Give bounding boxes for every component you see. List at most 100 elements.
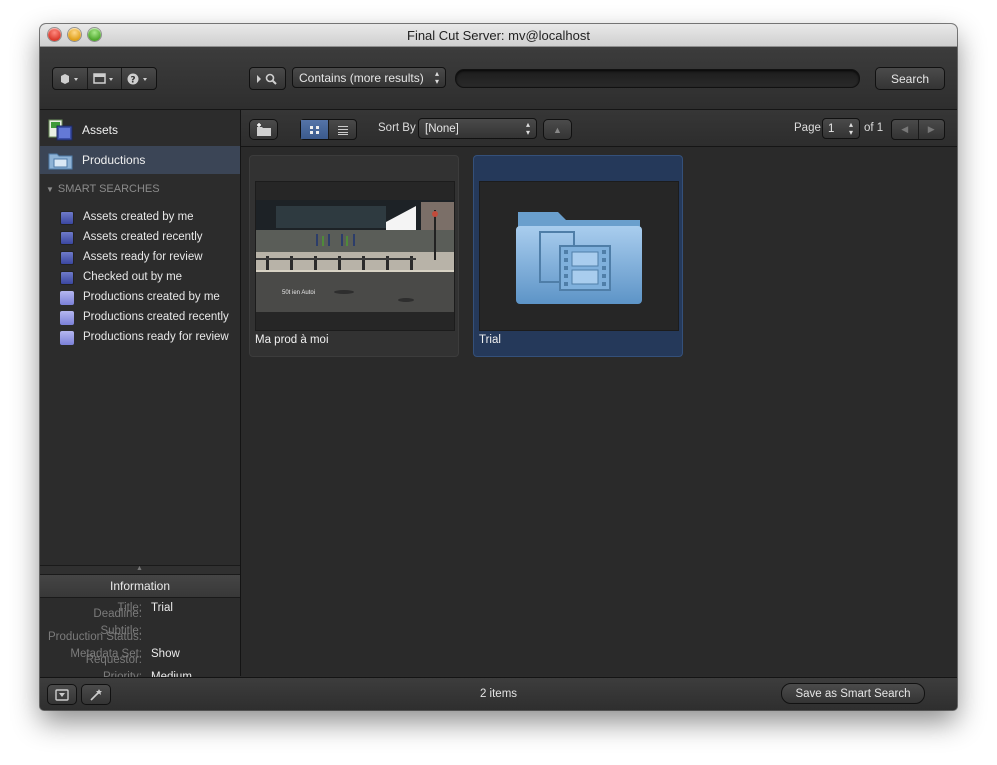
- smart-search-label: Productions created recently: [83, 311, 229, 323]
- svg-text:?: ?: [131, 75, 136, 85]
- tile-name: Trial: [479, 334, 501, 346]
- assets-icon: [48, 119, 73, 141]
- title-bar: Final Cut Server: mv@localhost: [40, 24, 957, 47]
- productions-icon: [48, 153, 73, 170]
- sidebar-splitter[interactable]: ▲: [40, 565, 240, 574]
- search-icon: [256, 73, 277, 85]
- asset-search-icon: [60, 211, 74, 225]
- smart-search-label: Checked out by me: [83, 271, 183, 283]
- smart-searches-header[interactable]: ▼ SMART SEARCHES: [46, 183, 160, 195]
- smart-search-label: Productions created by me: [83, 291, 220, 303]
- info-key: Production Status:: [48, 631, 142, 643]
- content-grid: 50t ien Autoi Ma prod à moi Trial: [241, 147, 957, 676]
- production-search-icon: [60, 291, 74, 305]
- new-folder-icon: [256, 122, 271, 136]
- sort-by-select[interactable]: [None] ▴ ▾: [418, 118, 537, 139]
- content-toolbar: Sort By [None] ▴ ▾ ▲ Page 1 ▴ ▾ of 1 ◀ ▶: [241, 110, 957, 147]
- minimize-window-button[interactable]: [68, 28, 81, 41]
- smart-search-label: Assets created by me: [83, 211, 194, 223]
- close-window-button[interactable]: [48, 28, 61, 41]
- asset-search-icon: [60, 231, 74, 245]
- sort-direction-button[interactable]: ▲: [543, 119, 572, 140]
- tile-name: Ma prod à moi: [255, 334, 329, 346]
- search-input[interactable]: [455, 69, 860, 88]
- info-row-requestor: Requestor:: [40, 654, 240, 672]
- search-options-content: [250, 68, 285, 89]
- zoom-window-button[interactable]: [88, 28, 101, 41]
- app-window: Final Cut Server: mv@localhost ? Contain…: [40, 24, 957, 710]
- previous-page-button[interactable]: ◀: [892, 120, 919, 139]
- smart-search-label: Productions ready for review: [83, 331, 229, 343]
- status-bar: 2 items Save as Smart Search: [40, 677, 957, 710]
- updown-arrows-icon: ▴ ▾: [525, 120, 530, 137]
- new-production-button[interactable]: [249, 119, 278, 140]
- page-navigation: ◀ ▶: [891, 119, 945, 140]
- icon-view-button[interactable]: [301, 120, 329, 139]
- sort-by-label: Sort By: [378, 122, 416, 134]
- sort-by-value: [None]: [425, 122, 459, 135]
- sidebar: Assets Productions ▼ SMART SEARCHES Asset…: [40, 110, 241, 683]
- actions-menu-button[interactable]: [53, 68, 88, 89]
- smart-search-label: Assets created recently: [83, 231, 203, 243]
- street-scene-image: [256, 182, 454, 330]
- page-number-value: 1: [828, 122, 835, 135]
- production-tile-trial[interactable]: Trial: [473, 155, 683, 357]
- triangle-up-icon: ▲: [553, 124, 562, 135]
- folder-thumbnail: [479, 181, 679, 331]
- sidebar-item-label: Assets: [82, 123, 119, 137]
- updown-arrows-icon: ▴ ▾: [848, 120, 853, 137]
- sidebar-item-label: Productions: [82, 153, 146, 167]
- sidebar-item-productions[interactable]: Productions: [40, 146, 240, 174]
- save-as-smart-search-label: Save as Smart Search: [795, 687, 911, 700]
- search-button-label: Search: [890, 71, 930, 86]
- view-mode-toggle: [300, 119, 357, 140]
- information-header: Information: [40, 574, 240, 598]
- smart-search-label: Assets ready for review: [83, 251, 203, 263]
- search-options-button[interactable]: [249, 67, 286, 90]
- production-tile-ma-prod[interactable]: 50t ien Autoi Ma prod à moi: [249, 155, 459, 357]
- window-icon: [92, 72, 113, 84]
- help-icon: ?: [127, 73, 148, 85]
- info-row-production-status: Production Status:: [40, 631, 240, 649]
- grid-icon: [309, 125, 319, 134]
- info-key: Deadline:: [93, 608, 142, 620]
- list-icon: [337, 125, 348, 135]
- smart-search-assets-created-recently[interactable]: Assets created recently: [40, 228, 240, 248]
- smart-searches-label: SMART SEARCHES: [57, 183, 160, 195]
- asset-search-icon: [60, 271, 74, 285]
- search-button[interactable]: Search: [875, 67, 945, 90]
- asset-search-icon: [60, 251, 74, 265]
- info-row-deadline: Deadline:: [40, 608, 240, 626]
- production-search-icon: [60, 311, 74, 325]
- main-toolbar: ? Contains (more results) ▴ ▾ Search: [40, 47, 957, 110]
- page-number-stepper[interactable]: 1 ▴ ▾: [822, 118, 860, 139]
- disclosure-triangle-icon: ▼: [46, 185, 54, 194]
- view-menu-button[interactable]: [88, 68, 123, 89]
- save-as-smart-search-button[interactable]: Save as Smart Search: [781, 683, 925, 704]
- splitter-grip-icon: ▲: [136, 565, 143, 572]
- smart-search-productions-ready-for-review[interactable]: Productions ready for review: [40, 328, 240, 348]
- list-view-button[interactable]: [329, 120, 356, 139]
- sidebar-item-assets[interactable]: Assets: [40, 116, 240, 144]
- production-search-icon: [60, 331, 74, 345]
- smart-search-productions-created-recently[interactable]: Productions created recently: [40, 308, 240, 328]
- search-mode-label: Contains (more results): [299, 70, 424, 85]
- window-title: Final Cut Server: mv@localhost: [407, 28, 590, 43]
- info-key: Requestor:: [85, 654, 142, 666]
- smart-search-assets-ready-for-review[interactable]: Assets ready for review: [40, 248, 240, 268]
- search-mode-select[interactable]: Contains (more results) ▴ ▾: [292, 67, 446, 88]
- thumbnail-caption: 50t ien Autoi: [282, 290, 316, 296]
- triangle-left-icon: ◀: [901, 124, 909, 134]
- updown-arrows-icon: ▴ ▾: [434, 69, 439, 86]
- video-thumbnail: 50t ien Autoi: [255, 181, 455, 331]
- smart-search-checked-out-by-me[interactable]: Checked out by me: [40, 268, 240, 288]
- toolbar-menus-group: ?: [52, 67, 157, 90]
- triangle-right-icon: ▶: [927, 124, 935, 134]
- production-folder-icon: [516, 212, 642, 304]
- next-page-button[interactable]: ▶: [919, 120, 945, 139]
- help-menu-button[interactable]: ?: [122, 68, 156, 89]
- cube-icon: [60, 73, 78, 84]
- smart-search-assets-created-by-me[interactable]: Assets created by me: [40, 208, 240, 228]
- page-of-label: of 1: [864, 122, 884, 134]
- smart-search-productions-created-by-me[interactable]: Productions created by me: [40, 288, 240, 308]
